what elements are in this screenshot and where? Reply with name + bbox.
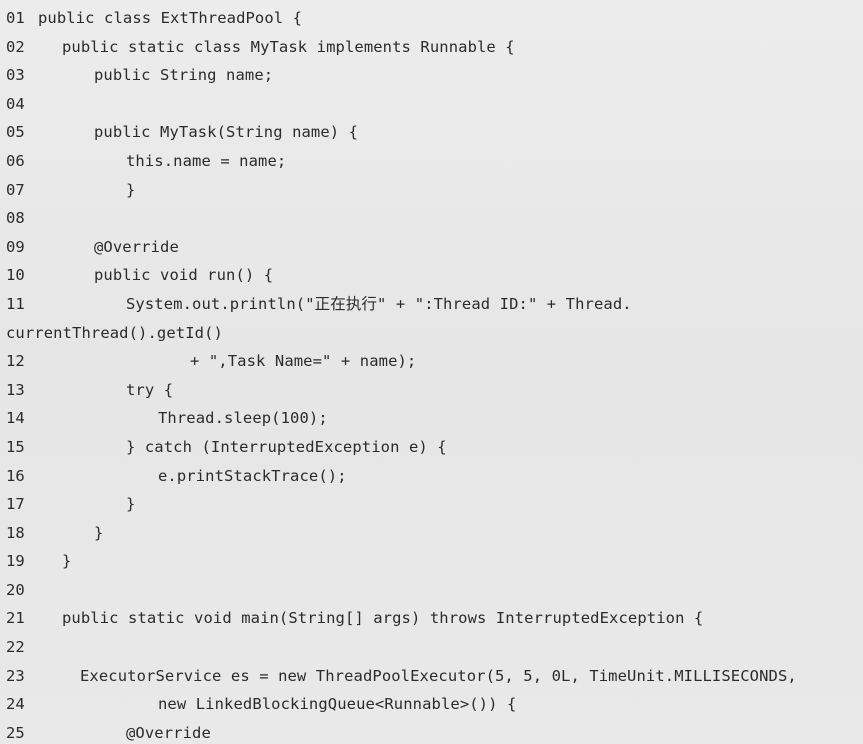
code-line: 08 bbox=[0, 204, 863, 233]
code-text: public void run() { bbox=[94, 266, 274, 285]
line-number: 12 bbox=[6, 352, 25, 371]
line-number: 22 bbox=[6, 638, 25, 657]
line-number: 21 bbox=[6, 609, 25, 628]
code-line: 12 + ",Task Name=" + name); bbox=[0, 347, 863, 376]
code-text: } bbox=[126, 180, 136, 199]
line-number: 07 bbox=[6, 180, 25, 199]
code-text: public String name; bbox=[94, 66, 274, 85]
code-line: 16 e.printStackTrace(); bbox=[0, 462, 863, 491]
code-line: 21 public static void main(String[] args)… bbox=[0, 604, 863, 633]
code-text: } bbox=[62, 552, 72, 571]
code-text: } bbox=[94, 523, 104, 542]
code-listing: 01 public class ExtThreadPool { 02 public … bbox=[0, 4, 863, 744]
line-number: 01 bbox=[6, 9, 25, 27]
code-line: 07} bbox=[0, 176, 863, 205]
code-line: 02 public static class MyTask implements … bbox=[0, 33, 863, 62]
code-text: public static void main(String[] args) t… bbox=[62, 609, 704, 628]
code-text: public class ExtThreadPool { bbox=[38, 9, 303, 27]
code-line: 03 public String name; bbox=[0, 61, 863, 90]
code-line: 17} bbox=[0, 490, 863, 519]
line-number: 10 bbox=[6, 266, 25, 285]
code-line: 22 bbox=[0, 633, 863, 662]
line-number: 24 bbox=[6, 695, 25, 714]
code-line-continuation: currentThread().getId() bbox=[0, 319, 863, 348]
code-text: System.out.println("正在执行" + ":Thread ID:… bbox=[126, 294, 632, 313]
code-line: 15 } catch (InterruptedException e) { bbox=[0, 433, 863, 462]
code-text: new LinkedBlockingQueue<Runnable>()) { bbox=[158, 695, 517, 714]
line-number: 18 bbox=[6, 523, 25, 542]
code-line: 01 public class ExtThreadPool { bbox=[0, 4, 863, 33]
code-line: 06 this.name = name; bbox=[0, 147, 863, 176]
line-number: 05 bbox=[6, 123, 25, 142]
line-number: 20 bbox=[6, 580, 25, 599]
code-line: 24 new LinkedBlockingQueue<Runnable>()) { bbox=[0, 690, 863, 719]
code-text: this.name = name; bbox=[126, 151, 287, 170]
code-text: } catch (InterruptedException e) { bbox=[126, 437, 447, 456]
code-line: 10 public void run() { bbox=[0, 261, 863, 290]
code-text: public MyTask(String name) { bbox=[94, 123, 359, 142]
code-text: @Override bbox=[94, 237, 179, 256]
line-number: 09 bbox=[6, 237, 25, 256]
code-text: public static class MyTask implements Ru… bbox=[62, 37, 515, 56]
line-number: 14 bbox=[6, 409, 25, 428]
code-line: 09 @Override bbox=[0, 233, 863, 262]
code-text: + ",Task Name=" + name); bbox=[190, 352, 417, 371]
code-text: @Override bbox=[126, 723, 211, 742]
code-line: 25 @Override bbox=[0, 719, 863, 744]
code-line: 05 public MyTask(String name) { bbox=[0, 118, 863, 147]
code-text: ExecutorService es = new ThreadPoolExecu… bbox=[80, 666, 797, 685]
line-number: 17 bbox=[6, 495, 25, 514]
code-line: 13 try { bbox=[0, 376, 863, 405]
code-text: e.printStackTrace(); bbox=[158, 466, 347, 485]
line-number: 03 bbox=[6, 66, 25, 85]
line-number: 16 bbox=[6, 466, 25, 485]
line-number: 06 bbox=[6, 151, 25, 170]
line-number: 23 bbox=[6, 666, 25, 685]
line-number: 13 bbox=[6, 380, 25, 399]
code-line: 23 ExecutorService es = new ThreadPoolExe… bbox=[0, 662, 863, 691]
code-line: 14 Thread.sleep(100); bbox=[0, 404, 863, 433]
line-number: 08 bbox=[6, 209, 25, 228]
code-line: 18} bbox=[0, 519, 863, 548]
line-number: 15 bbox=[6, 437, 25, 456]
code-text: currentThread().getId() bbox=[6, 323, 223, 342]
code-text: try { bbox=[126, 380, 174, 399]
line-number: 02 bbox=[6, 37, 25, 56]
code-text: } bbox=[126, 495, 136, 514]
line-number: 19 bbox=[6, 552, 25, 571]
code-line: 19} bbox=[0, 547, 863, 576]
line-number: 11 bbox=[6, 294, 25, 313]
code-text: Thread.sleep(100); bbox=[158, 409, 328, 428]
code-line: 04 bbox=[0, 90, 863, 119]
line-number: 25 bbox=[6, 723, 25, 742]
code-line: 20 bbox=[0, 576, 863, 605]
line-number: 04 bbox=[6, 94, 25, 113]
code-page: 01 public class ExtThreadPool { 02 public … bbox=[0, 0, 863, 744]
code-line: 11 System.out.println("正在执行" + ":Thread I… bbox=[0, 290, 863, 319]
